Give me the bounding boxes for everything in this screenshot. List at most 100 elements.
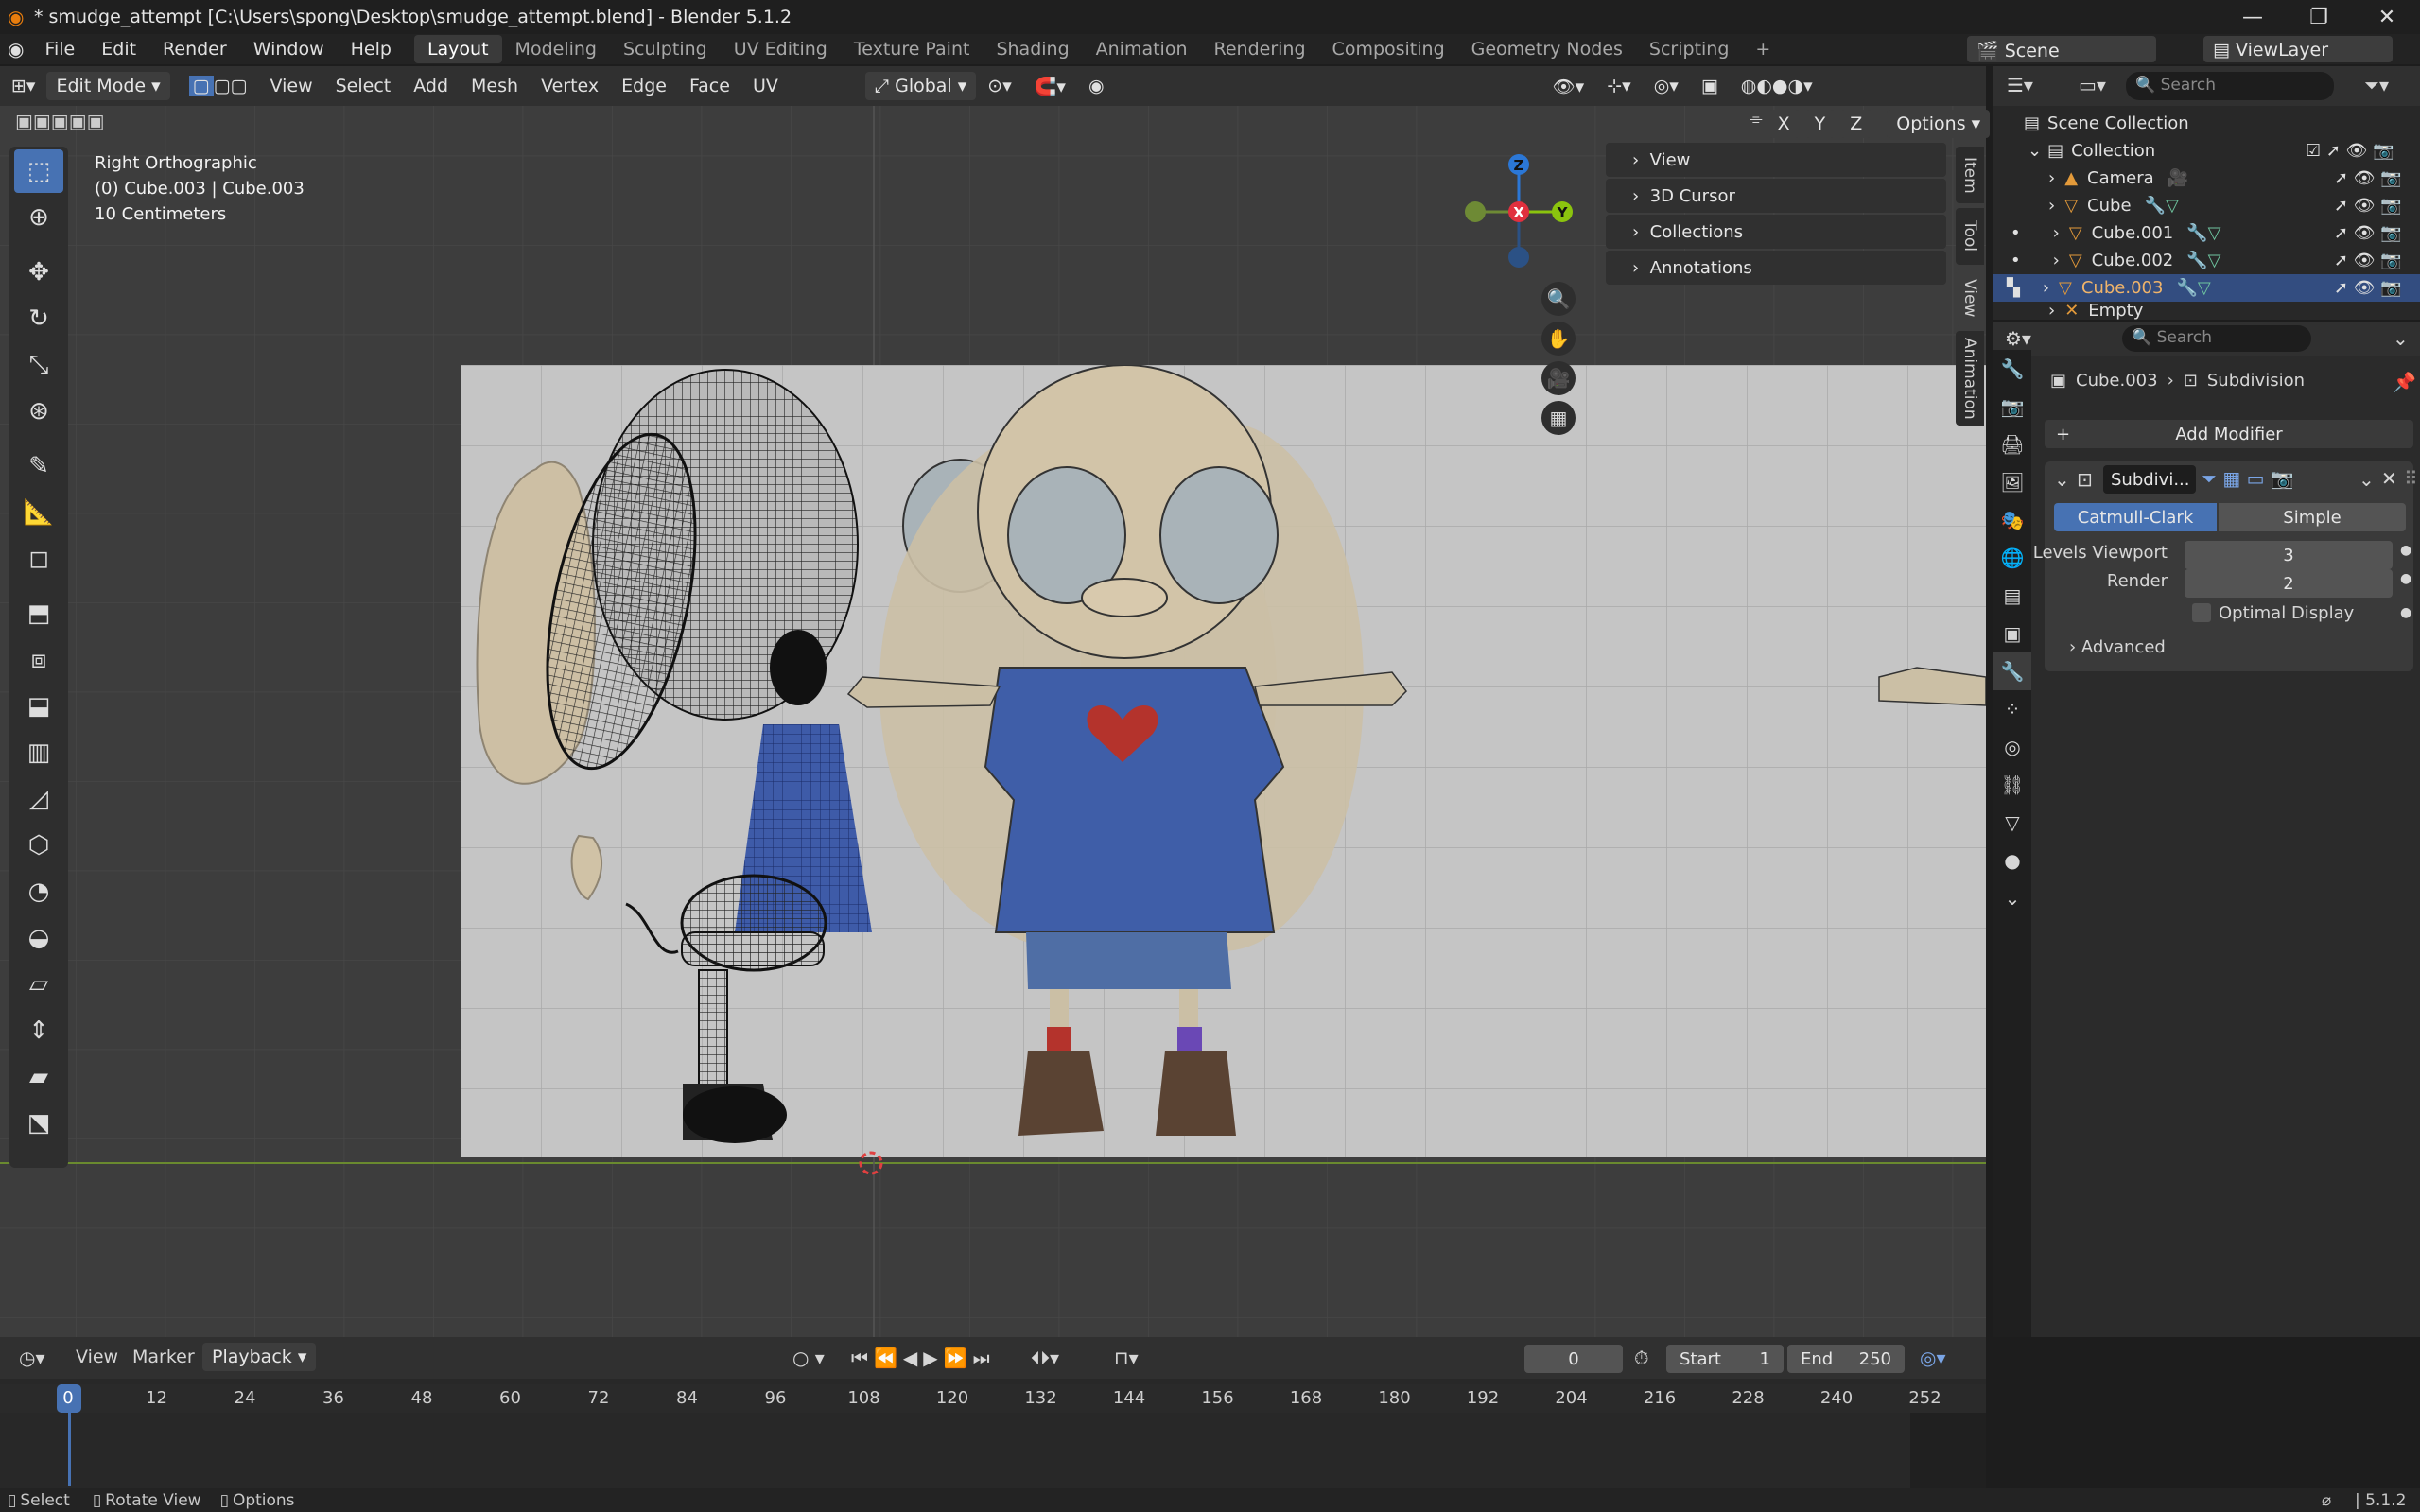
minimize-icon[interactable]: — <box>2220 0 2286 34</box>
modifier-dropdown-icon[interactable]: ⌄ <box>2359 468 2375 491</box>
shear-tool-icon[interactable]: ▰ <box>14 1055 63 1099</box>
outliner-item-empty[interactable]: › ✕ Empty <box>1993 302 2420 320</box>
scale-tool-icon[interactable]: ⤡ <box>14 343 63 387</box>
tab-tool[interactable]: Tool <box>1956 208 1984 265</box>
snap-timeline-icon[interactable]: ⊓▾ <box>1114 1347 1139 1369</box>
object-tab-icon[interactable]: ▣ <box>1993 615 2031 652</box>
pan-icon[interactable]: ✋ <box>1541 322 1576 356</box>
output-tab-icon[interactable]: 🖨 <box>1993 426 2031 463</box>
constraints-tab-icon[interactable]: ⛓ <box>1993 766 2031 804</box>
3d-cursor-icon[interactable] <box>856 1148 886 1178</box>
timeline-overlay-icon[interactable]: ◎▾ <box>1920 1347 1946 1369</box>
menu-vertex[interactable]: Vertex <box>530 76 610 96</box>
auto-keying-icon[interactable]: ○ ▾ <box>792 1347 825 1369</box>
particles-tab-icon[interactable]: ⁘ <box>1993 690 2031 728</box>
scene-tab-icon[interactable]: 🎭 <box>1993 501 2031 539</box>
axis-x-toggle[interactable]: X <box>1767 110 1800 138</box>
frame-ruler[interactable] <box>0 1384 1986 1413</box>
menu-edge[interactable]: Edge <box>610 76 678 96</box>
timeline-menu-marker[interactable]: Marker <box>132 1347 195 1367</box>
menu-face[interactable]: Face <box>678 76 741 96</box>
npanel-collections-section[interactable]: › Collections <box>1606 215 1946 249</box>
reference-image[interactable] <box>461 365 1986 1157</box>
cube-toggles[interactable]: ➚ 👁 📷 <box>2334 196 2402 216</box>
transform-tool-icon[interactable]: ⊛ <box>14 390 63 433</box>
select-mode-icons[interactable]: ▢ ▢▢ <box>178 76 259 96</box>
outliner-item-cube[interactable]: › ▽ Cube 🔧 ▽ ➚ 👁 📷 <box>1993 192 2420 219</box>
shading-modes-icon[interactable]: ◍◐●◑▾ <box>1730 76 1824 96</box>
tab-item[interactable]: Item <box>1956 147 1984 203</box>
extrude-tool-icon[interactable]: ⬒ <box>14 592 63 635</box>
render-levels-field[interactable]: 2 <box>2185 569 2393 598</box>
edge-slide-tool-icon[interactable]: ▱ <box>14 963 63 1006</box>
physics-tab-icon[interactable]: ◎ <box>1993 728 2031 766</box>
current-frame-field[interactable]: 0 <box>1524 1345 1623 1373</box>
zoom-icon[interactable]: 🔍 <box>1541 282 1576 316</box>
menu-view[interactable]: View <box>259 76 324 96</box>
blender-menu-icon[interactable]: ◉ <box>8 38 24 61</box>
add-modifier-button[interactable]: + Add Modifier <box>2045 420 2413 448</box>
annotate-tool-icon[interactable]: ✎ <box>14 444 63 488</box>
remove-modifier-icon[interactable]: ✕ <box>2381 467 2397 490</box>
axis-z-toggle[interactable]: Z <box>1840 110 1872 138</box>
options-dropdown[interactable]: Options ▾ <box>1887 110 1991 138</box>
outliner-item-cube-003[interactable]: ▚ › ▽ Cube.003 🔧 ▽ ➚ 👁 📷 <box>1993 274 2420 302</box>
simple-option[interactable]: Simple <box>2219 503 2406 531</box>
knife-tool-icon[interactable]: ◿ <box>14 777 63 821</box>
tab-view[interactable]: View <box>1956 269 1984 326</box>
scene-collection-row[interactable]: ▤ Scene Collection <box>1993 110 2420 137</box>
npanel-annotations-section[interactable]: › Annotations <box>1606 251 1946 285</box>
cursor-tool-icon[interactable]: ⊕ <box>14 196 63 239</box>
tab-uv-editing[interactable]: UV Editing <box>721 35 841 63</box>
cube-003-toggles[interactable]: ➚ 👁 📷 <box>2334 278 2402 298</box>
world-tab-icon[interactable]: 🌐 <box>1993 539 2031 577</box>
tool-tab-icon[interactable]: 🔧 <box>1993 350 2031 388</box>
collection-row[interactable]: ⌄ ▤ Collection ☑ ➚ 👁 📷 <box>1993 137 2420 165</box>
more-tabs-icon[interactable]: ⌄ <box>1993 879 2031 917</box>
add-cube-tool-icon[interactable]: ◻ <box>14 537 63 581</box>
tab-layout[interactable]: Layout <box>413 35 502 63</box>
proportional-edit-icon[interactable]: ◉ <box>1077 76 1116 96</box>
end-frame-field[interactable]: End 250 <box>1787 1345 1905 1373</box>
menu-window[interactable]: Window <box>240 39 338 60</box>
outliner-search[interactable]: 🔍 Search <box>2126 72 2334 100</box>
modifier-visibility-icons[interactable]: ⏷ ▦ ▭ 📷 <box>2202 467 2294 490</box>
editor-type-icon[interactable]: ⊞▾ <box>0 76 46 96</box>
xray-icon[interactable]: ▣ <box>1690 76 1730 96</box>
pin-icon[interactable]: 📌 <box>2393 371 2416 393</box>
tab-geometry-nodes[interactable]: Geometry Nodes <box>1458 35 1636 63</box>
menu-select[interactable]: Select <box>324 76 403 96</box>
playback-menu[interactable]: Playback ▾ <box>202 1343 317 1371</box>
keyframe-dot-icon[interactable]: ● <box>2400 571 2411 586</box>
shrink-fatten-tool-icon[interactable]: ⇕ <box>14 1009 63 1052</box>
tab-modeling[interactable]: Modeling <box>502 35 610 63</box>
properties-options-icon[interactable]: ⌄ <box>2393 327 2409 350</box>
cube-002-toggles[interactable]: ➚ 👁 📷 <box>2334 251 2402 270</box>
select-box-tool-icon[interactable]: ⬚ <box>14 149 63 193</box>
snap-icon[interactable]: 🧲▾ <box>1023 76 1077 97</box>
mirror-icon[interactable]: ⌯ <box>1750 110 1763 138</box>
bevel-tool-icon[interactable]: ⬓ <box>14 685 63 728</box>
outliner-item-cube-002[interactable]: • › ▽ Cube.002 🔧 ▽ ➚ 👁 📷 <box>1993 247 2420 274</box>
preview-range-icon[interactable]: ⏱ <box>1634 1347 1649 1369</box>
catmull-clark-option[interactable]: Catmull-Clark <box>2054 503 2217 531</box>
visibility-icon[interactable]: 👁▾ <box>1541 76 1596 97</box>
tab-shading[interactable]: Shading <box>983 35 1082 63</box>
view-layer-tab-icon[interactable]: 🖼 <box>1993 463 2031 501</box>
view-layer-selector[interactable]: ▤ ViewLayer <box>2203 36 2393 62</box>
modifier-name-field[interactable]: Subdivi... <box>2103 465 2196 494</box>
collection-tab-icon[interactable]: ▤ <box>1993 577 2031 615</box>
camera-toggles[interactable]: ➚ 👁 📷 <box>2334 168 2402 188</box>
poly-build-tool-icon[interactable]: ⬡ <box>14 824 63 867</box>
overlay-toggle-icon[interactable]: ◎▾ <box>1643 76 1690 96</box>
advanced-section[interactable]: › Advanced <box>2069 637 2166 657</box>
optimal-display-checkbox[interactable] <box>2192 603 2211 622</box>
move-tool-icon[interactable]: ✥ <box>14 251 63 294</box>
cube-001-toggles[interactable]: ➚ 👁 📷 <box>2334 223 2402 243</box>
keyframe-jump-icons[interactable]: ⏴⏵▾ <box>1031 1347 1059 1369</box>
rip-tool-icon[interactable]: ⬔ <box>14 1102 63 1145</box>
drag-handle-icon[interactable]: ⠿ <box>2404 467 2418 490</box>
npanel-3d-cursor-section[interactable]: › 3D Cursor <box>1606 179 1946 213</box>
outliner-editor-icon[interactable]: ☰▾ <box>2007 74 2033 96</box>
menu-mesh[interactable]: Mesh <box>460 76 530 96</box>
